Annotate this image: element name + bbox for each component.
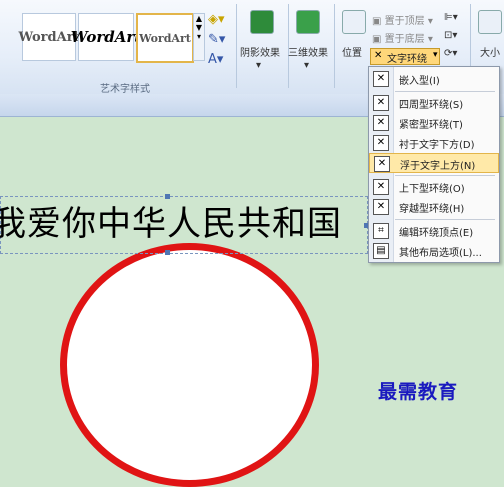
- watermark-text: 最需教育: [378, 381, 459, 403]
- more-layout-icon: ▤: [373, 243, 389, 259]
- text-wrap-icon: ✕: [374, 50, 383, 61]
- menu-item-label: 嵌入型(I): [399, 76, 440, 87]
- text-wrap-label: 文字环绕: [387, 54, 427, 65]
- group-label-wordart-styles: 艺术字样式: [100, 84, 150, 95]
- menu-item-label: 其他布局选项(L)...: [399, 248, 482, 259]
- wordart-style-label: WordArt: [70, 28, 142, 46]
- position-button[interactable]: 位置: [342, 44, 362, 59]
- outline-color-icon[interactable]: ✎▾: [208, 32, 225, 47]
- menu-separator: [395, 175, 495, 176]
- menu-item-label: 编辑环绕顶点(E): [399, 228, 474, 239]
- ribbon-divider: [236, 4, 237, 88]
- send-back-label: 置于底层: [384, 34, 425, 45]
- menu-item-square[interactable]: ✕ 四周型环绕(S): [369, 93, 499, 113]
- chevron-down-icon[interactable]: ▾: [304, 60, 309, 71]
- menu-item-label: 上下型环绕(O): [399, 184, 465, 195]
- bring-front-button[interactable]: ▣ 置于顶层 ▾: [372, 12, 433, 27]
- shadow-effect-icon[interactable]: [250, 10, 274, 34]
- menu-item-tight[interactable]: ✕ 紧密型环绕(T): [369, 113, 499, 133]
- edit-wrap-points-icon: ⌗: [373, 223, 389, 239]
- wordart-style-2[interactable]: WordArt: [71, 13, 141, 61]
- menu-item-behind-text[interactable]: ✕ 衬于文字下方(D): [369, 133, 499, 153]
- shadow-effect-button[interactable]: 阴影效果: [240, 44, 280, 59]
- menu-item-through[interactable]: ✕ 穿越型环绕(H): [369, 197, 499, 217]
- menu-item-more-layout[interactable]: ▤ 其他布局选项(L)...: [369, 241, 499, 261]
- menu-separator: [395, 91, 495, 92]
- fill-color-icon[interactable]: ◈▾: [208, 12, 225, 27]
- inline-wrap-icon: ✕: [373, 71, 389, 87]
- menu-item-label: 浮于文字上方(N): [400, 161, 476, 172]
- menu-item-in-front-of-text[interactable]: ✕ 浮于文字上方(N): [369, 153, 499, 173]
- 3d-effect-button[interactable]: 三维效果: [288, 44, 328, 59]
- menu-item-inline[interactable]: ✕ 嵌入型(I): [369, 69, 499, 89]
- in-front-text-icon: ✕: [374, 156, 390, 172]
- wordart-style-label: WordArt: [139, 31, 191, 45]
- menu-item-label: 穿越型环绕(H): [399, 204, 465, 215]
- menu-item-label: 四周型环绕(S): [399, 100, 464, 111]
- group-icon[interactable]: ⊡▾: [444, 30, 457, 41]
- align-icon[interactable]: ⊫▾: [444, 12, 458, 23]
- menu-item-top-bottom[interactable]: ✕ 上下型环绕(O): [369, 177, 499, 197]
- circle-shape[interactable]: [60, 243, 319, 487]
- size-icon[interactable]: [478, 10, 502, 34]
- wordart-style-3[interactable]: WordArt: [136, 13, 194, 63]
- ribbon-divider: [334, 4, 335, 88]
- position-icon[interactable]: [342, 10, 366, 34]
- bring-front-label: 置于顶层: [384, 16, 425, 27]
- behind-text-icon: ✕: [373, 135, 389, 151]
- menu-item-label: 衬于文字下方(D): [399, 140, 475, 151]
- menu-item-label: 紧密型环绕(T): [399, 120, 463, 131]
- square-wrap-icon: ✕: [373, 95, 389, 111]
- menu-separator: [395, 219, 495, 220]
- size-button[interactable]: 大小: [480, 44, 500, 59]
- text-wrap-menu: ✕ 嵌入型(I) ✕ 四周型环绕(S) ✕ 紧密型环绕(T) ✕ 衬于文字下方(…: [368, 66, 500, 263]
- gallery-scroll[interactable]: ▲ ▼ ▾: [193, 13, 205, 61]
- wordart-text: 我爱你中华人民共和国: [0, 204, 342, 244]
- text-wrap-button[interactable]: ✕ 文字环绕 ▾: [370, 48, 440, 65]
- wordart-style-1[interactable]: WordArt: [18, 13, 80, 61]
- 3d-effect-icon[interactable]: [296, 10, 320, 34]
- top-bottom-wrap-icon: ✕: [373, 179, 389, 195]
- chevron-down-icon[interactable]: ▾: [256, 60, 261, 71]
- tight-wrap-icon: ✕: [373, 115, 389, 131]
- send-back-button[interactable]: ▣ 置于底层 ▾: [372, 30, 433, 45]
- change-shape-icon[interactable]: A▾: [208, 52, 223, 67]
- rotate-icon[interactable]: ⟳▾: [444, 48, 457, 59]
- menu-item-edit-wrap-points[interactable]: ⌗ 编辑环绕顶点(E): [369, 221, 499, 241]
- resize-handle[interactable]: [165, 250, 170, 255]
- chevron-down-icon: ▾: [433, 50, 438, 60]
- through-wrap-icon: ✕: [373, 199, 389, 215]
